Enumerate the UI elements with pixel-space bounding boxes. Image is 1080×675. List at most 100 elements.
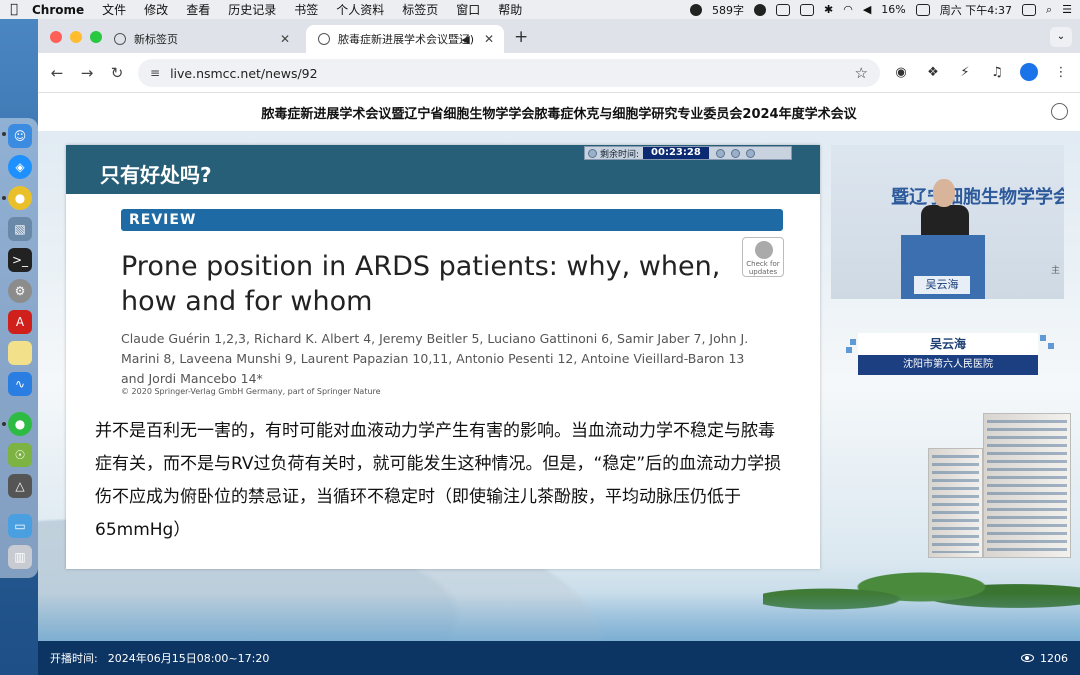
page-footer: 开播时间: 2024年06月15日08:00~17:20 1206 [38, 641, 1080, 675]
paper-authors: Claude Guérin 1,2,3, Richard K. Albert 4… [121, 331, 749, 386]
utility-icon[interactable]: △ [8, 474, 32, 498]
apple-menu-icon[interactable]:  [0, 2, 28, 17]
speaker-hospital: 沈阳市第六人民医院 [858, 355, 1038, 375]
menu-file[interactable]: 文件 [93, 1, 135, 18]
wifi-icon[interactable]: ◠ [843, 3, 853, 16]
bookmark-star-icon[interactable]: ☆ [855, 64, 868, 82]
audio-playing-icon[interactable]: ◀) [461, 33, 474, 46]
broadcast-time: 2024年06月15日08:00~17:20 [107, 652, 270, 665]
broadcast-label: 开播时间: [50, 652, 98, 665]
zoom-window-button[interactable] [90, 31, 102, 43]
safari-icon[interactable]: ◈ [8, 155, 32, 179]
system-settings-icon[interactable]: ⚙ [8, 279, 32, 303]
menu-history[interactable]: 历史记录 [219, 1, 285, 18]
trash-icon[interactable]: ▥ [8, 545, 32, 569]
minimize-window-button[interactable] [70, 31, 82, 43]
tab-title: 新标签页 [134, 33, 178, 46]
notes-icon[interactable] [8, 341, 32, 365]
user-account-icon[interactable] [1051, 103, 1068, 120]
input-method-icon[interactable] [776, 3, 790, 16]
menu-window[interactable]: 窗口 [447, 1, 489, 18]
smiley-status-icon[interactable] [754, 3, 766, 16]
live-page: 脓毒症新进展学术会议暨辽宁省细胞生物学学会脓毒症休克与细胞学研究专业委员会202… [38, 93, 1080, 675]
timer-label: 剩余时间: [600, 149, 640, 160]
address-bar[interactable]: ≡ live.nsmcc.net/news/92 ☆ [138, 59, 880, 87]
tab-new-tab[interactable]: 新标签页 ✕ [102, 25, 300, 53]
close-window-button[interactable] [50, 31, 62, 43]
speaker-name: 吴云海 [858, 333, 1038, 355]
site-info-icon[interactable]: ≡ [150, 66, 160, 80]
timer-pause-icon[interactable] [715, 148, 725, 158]
dock-running-indicator [2, 132, 6, 136]
wechat-icon[interactable]: ● [8, 412, 32, 436]
close-tab-icon[interactable]: ✕ [280, 32, 290, 46]
wechat-status-icon[interactable] [690, 3, 702, 16]
timer-rewind-icon[interactable] [588, 148, 597, 158]
android-icon[interactable]: ☉ [8, 443, 32, 467]
globe-icon [114, 33, 126, 45]
battery-icon[interactable] [915, 3, 930, 16]
timer-value: 00:23:28 [643, 147, 709, 159]
tab-bar: 新标签页 ✕ 脓毒症新进展学术会议暨辽 ◀) ✕ + ⌄ [38, 19, 1080, 53]
venue-side-text: 主 [1050, 266, 1060, 276]
timer-forward-icon[interactable] [730, 148, 740, 158]
back-button[interactable]: ← [42, 64, 72, 82]
preview-icon[interactable]: ▧ [8, 217, 32, 241]
tab-search-button[interactable]: ⌄ [1050, 27, 1072, 47]
menu-profiles[interactable]: 个人资料 [327, 1, 393, 18]
timer-settings-icon[interactable] [745, 148, 755, 158]
close-tab-icon[interactable]: ✕ [484, 32, 494, 46]
volume-icon[interactable]: ◀ [863, 3, 871, 16]
wave-app-icon[interactable]: ∿ [8, 372, 32, 396]
view-count: 1206 [1021, 652, 1068, 665]
speaker-video[interactable]: 暨辽宁细胞生物学学会 吴云海 主 [831, 145, 1064, 299]
app-switcher-icon[interactable] [1021, 3, 1036, 16]
acrobat-icon[interactable]: A [8, 310, 32, 334]
menu-app-name[interactable]: Chrome [28, 3, 93, 17]
profile-avatar[interactable] [1020, 63, 1038, 81]
menu-tabs[interactable]: 标签页 [393, 1, 447, 18]
url-text: live.nsmcc.net/news/92 [170, 65, 318, 81]
podium-nameplate: 吴云海 [913, 275, 971, 295]
globe-icon [318, 33, 330, 45]
toolbar-extensions: ◉ ❖ ⚡ ♫ ⋮ [892, 63, 1070, 81]
finder-icon[interactable]: ☺ [8, 124, 32, 148]
chrome-icon[interactable]: ● [8, 186, 32, 210]
speaker-name-card: 吴云海 沈阳市第六人民医院 [846, 333, 1055, 377]
performance-icon[interactable]: ⚡ [956, 63, 974, 81]
presentation-slide: 只有好处吗? 剩余时间: 00:23:28 REVIEW Check for u… [66, 145, 820, 569]
forward-button[interactable]: → [72, 64, 102, 82]
review-label: REVIEW [129, 212, 197, 228]
reload-button[interactable]: ↻ [102, 64, 132, 82]
control-center-icon[interactable]: ☰ [1062, 3, 1072, 16]
new-tab-button[interactable]: + [514, 27, 528, 47]
more-menu-icon[interactable]: ⋮ [1052, 63, 1070, 81]
menu-edit[interactable]: 修改 [135, 1, 177, 18]
macos-menubar:  Chrome 文件 修改 查看 历史记录 书签 个人资料 标签页 窗口 帮助… [0, 0, 1080, 19]
menubar-status-area: 589字 ✱ ◠ ◀ 16% 周六 下午4:37 ⌕ ☰ [690, 0, 1072, 19]
browser-toolbar: ← → ↻ ≡ live.nsmcc.net/news/92 ☆ ◉ ❖ ⚡ ♫… [38, 53, 1080, 93]
menubar-clock[interactable]: 周六 下午4:37 [940, 2, 1012, 18]
menu-view[interactable]: 查看 [177, 1, 219, 18]
spotlight-search-icon[interactable]: ⌕ [1046, 3, 1052, 17]
slide-heading: 只有好处吗? [100, 163, 212, 187]
paper-title: Prone position in ARDS patients: why, wh… [121, 251, 721, 317]
window-controls [50, 31, 102, 43]
slide-body-text: 并不是百利无一害的，有时可能对血液动力学产生有害的影响。当血流动力学不稳定与脓毒… [95, 421, 782, 540]
downloads-folder-icon[interactable]: ▭ [8, 514, 32, 538]
paper-copyright: © 2020 Springer-Verlag GmbH Germany, par… [121, 387, 381, 396]
terminal-icon[interactable]: >_ [8, 248, 32, 272]
media-control-icon[interactable]: ♫ [988, 63, 1006, 81]
extensions-puzzle-icon[interactable]: ❖ [924, 63, 942, 81]
view-count-value: 1206 [1040, 651, 1068, 665]
slide-header-band: 只有好处吗? 剩余时间: 00:23:28 [66, 145, 820, 194]
countdown-timer: 剩余时间: 00:23:28 [584, 146, 792, 160]
menu-help[interactable]: 帮助 [489, 1, 531, 18]
tab-conference[interactable]: 脓毒症新进展学术会议暨辽 ◀) ✕ [306, 25, 504, 53]
dock-running-indicator [2, 422, 6, 426]
screen-mirror-icon[interactable] [800, 3, 814, 16]
bluetooth-icon[interactable]: ✱ [824, 3, 833, 16]
extension-shield-icon[interactable]: ◉ [892, 63, 910, 81]
menu-bookmarks[interactable]: 书签 [285, 1, 327, 18]
conference-title: 脓毒症新进展学术会议暨辽宁省细胞生物学学会脓毒症休克与细胞学研究专业委员会202… [261, 106, 857, 122]
